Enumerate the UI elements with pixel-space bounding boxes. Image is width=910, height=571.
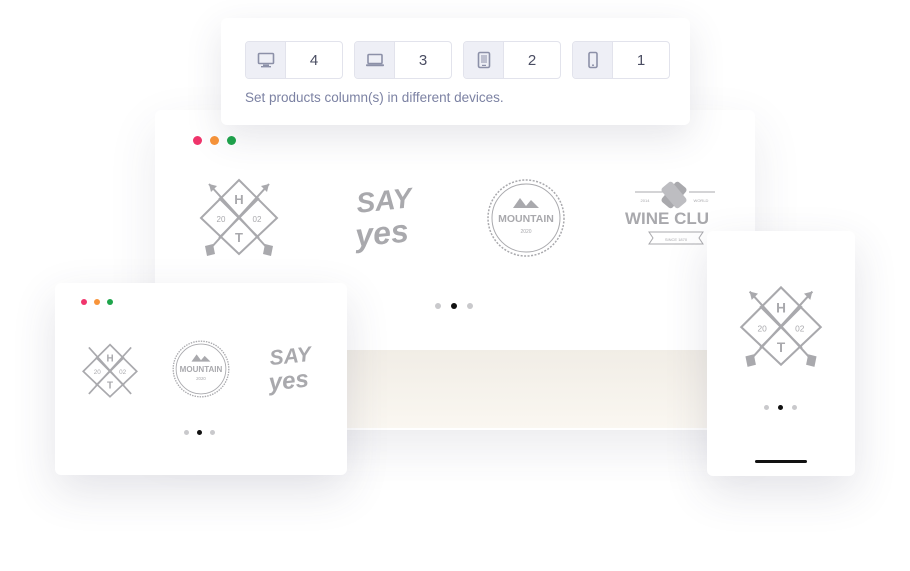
close-dot xyxy=(193,136,202,145)
hipster-logo[interactable]: H 20 02 T xyxy=(735,281,827,369)
home-indicator xyxy=(755,460,807,463)
mobile-icon xyxy=(573,42,613,78)
desktop-icon xyxy=(246,42,286,78)
mobile-columns-field[interactable]: 1 xyxy=(572,41,670,79)
mountain-name: MOUNTAIN xyxy=(498,213,554,225)
hipster-text-right: 02 xyxy=(795,323,805,333)
pagination-dot-active[interactable] xyxy=(451,303,457,309)
say-yes-line2: yes xyxy=(351,212,410,254)
hipster-text-right: 02 xyxy=(253,215,262,224)
mobile-columns-value[interactable]: 1 xyxy=(613,42,669,78)
hipster-letter-bottom: T xyxy=(777,340,786,355)
hipster-letter-bottom: T xyxy=(235,230,243,245)
mountain-logo[interactable]: MOUNTAIN 2020 xyxy=(485,178,567,258)
say-yes-line1: SAY xyxy=(268,343,314,370)
pagination-dot[interactable] xyxy=(184,430,189,435)
pagination-dot-active[interactable] xyxy=(197,430,202,435)
wine-club-name: WINE CLU xyxy=(625,209,709,228)
hipster-text-left: 20 xyxy=(217,215,226,224)
settings-caption: Set products column(s) in different devi… xyxy=(245,90,504,105)
say-yes-line2: yes xyxy=(266,366,310,397)
hipster-logo[interactable]: H 20 02 T xyxy=(195,174,283,258)
desktop-columns-field[interactable]: 4 xyxy=(245,41,343,79)
window-controls xyxy=(81,299,113,305)
wine-club-logo[interactable]: 2014 WORLD WINE CLU SINCE 1870 xyxy=(623,180,715,246)
laptop-columns-value[interactable]: 3 xyxy=(395,42,451,78)
hipster-text-right: 02 xyxy=(119,369,127,376)
carousel-pagination xyxy=(764,405,797,410)
tablet-columns-value[interactable]: 2 xyxy=(504,42,560,78)
wine-ribbon-text: SINCE 1870 xyxy=(665,237,688,242)
minimize-dot xyxy=(94,299,100,305)
say-yes-logo[interactable]: SAY yes xyxy=(261,339,321,399)
tablet-preview-window: H 20 02 T MOUNTAIN 2020 SAY yes xyxy=(55,283,347,475)
pagination-dot[interactable] xyxy=(467,303,473,309)
carousel-pagination xyxy=(435,303,473,309)
pagination-dot[interactable] xyxy=(435,303,441,309)
pagination-dot[interactable] xyxy=(792,405,797,410)
pagination-dot-active[interactable] xyxy=(778,405,783,410)
tablet-columns-field[interactable]: 2 xyxy=(463,41,561,79)
hipster-letter-top: H xyxy=(106,354,113,365)
wine-small-left: 2014 xyxy=(641,198,651,203)
window-controls xyxy=(193,136,236,145)
maximize-dot xyxy=(107,299,113,305)
mobile-preview-window: H 20 02 T xyxy=(707,231,855,476)
laptop-icon xyxy=(355,42,395,78)
hipster-letter-top: H xyxy=(234,192,243,207)
pagination-dot[interactable] xyxy=(210,430,215,435)
hipster-letter-bottom: T xyxy=(107,380,113,391)
pagination-dot[interactable] xyxy=(764,405,769,410)
mountain-logo[interactable]: MOUNTAIN 2020 xyxy=(171,339,231,399)
tablet-icon xyxy=(464,42,504,78)
wine-small-right: WORLD xyxy=(694,198,709,203)
carousel-pagination xyxy=(184,430,215,435)
mountain-year: 2020 xyxy=(196,376,206,381)
columns-settings-card: 4 3 2 1 Set products column(s) in differ… xyxy=(221,18,690,125)
hipster-logo[interactable]: H 20 02 T xyxy=(79,339,141,401)
laptop-columns-field[interactable]: 3 xyxy=(354,41,452,79)
say-yes-logo[interactable]: SAY yes xyxy=(345,178,425,258)
hipster-text-left: 20 xyxy=(94,369,102,376)
close-dot xyxy=(81,299,87,305)
showcase-stage: H 20 02 T SAY yes MOUNTAIN 2020 2014 WOR… xyxy=(0,0,910,571)
device-columns-row: 4 3 2 1 xyxy=(245,41,670,79)
maximize-dot xyxy=(227,136,236,145)
mountain-year: 2020 xyxy=(520,229,531,235)
desktop-columns-value[interactable]: 4 xyxy=(286,42,342,78)
hipster-text-left: 20 xyxy=(758,323,768,333)
hipster-letter-top: H xyxy=(776,300,786,315)
mountain-name: MOUNTAIN xyxy=(180,365,223,374)
minimize-dot xyxy=(210,136,219,145)
